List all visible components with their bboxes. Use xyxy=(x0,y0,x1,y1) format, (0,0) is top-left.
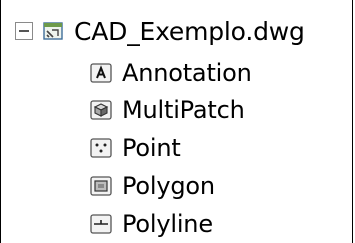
tree-item-label: MultiPatch xyxy=(122,96,245,124)
annotation-icon xyxy=(90,63,112,83)
tree-item-polyline[interactable]: Polyline xyxy=(89,205,213,243)
tree-item-polygon[interactable]: Polygon xyxy=(89,167,215,205)
polygon-icon xyxy=(90,176,112,196)
tree-item-label: Polyline xyxy=(122,210,213,238)
point-icon xyxy=(90,138,112,158)
tree-panel: CAD_Exemplo.dwg Annotation MultiPatch Po… xyxy=(0,0,353,243)
tree-item-label: Point xyxy=(122,134,181,162)
tree-node-cad-exemplo[interactable]: CAD_Exemplo.dwg xyxy=(15,12,305,50)
multipatch-icon xyxy=(90,100,112,120)
tree-item-annotation[interactable]: Annotation xyxy=(89,54,252,92)
tree-item-point[interactable]: Point xyxy=(89,129,181,167)
tree-node-label: CAD_Exemplo.dwg xyxy=(74,16,305,46)
tree-item-label: Annotation xyxy=(122,59,252,87)
tree-item-multipatch[interactable]: MultiPatch xyxy=(89,91,245,129)
cad-file-icon xyxy=(43,22,63,40)
collapse-toggle[interactable] xyxy=(15,22,33,40)
tree-item-label: Polygon xyxy=(122,172,215,200)
polyline-icon xyxy=(90,214,112,234)
